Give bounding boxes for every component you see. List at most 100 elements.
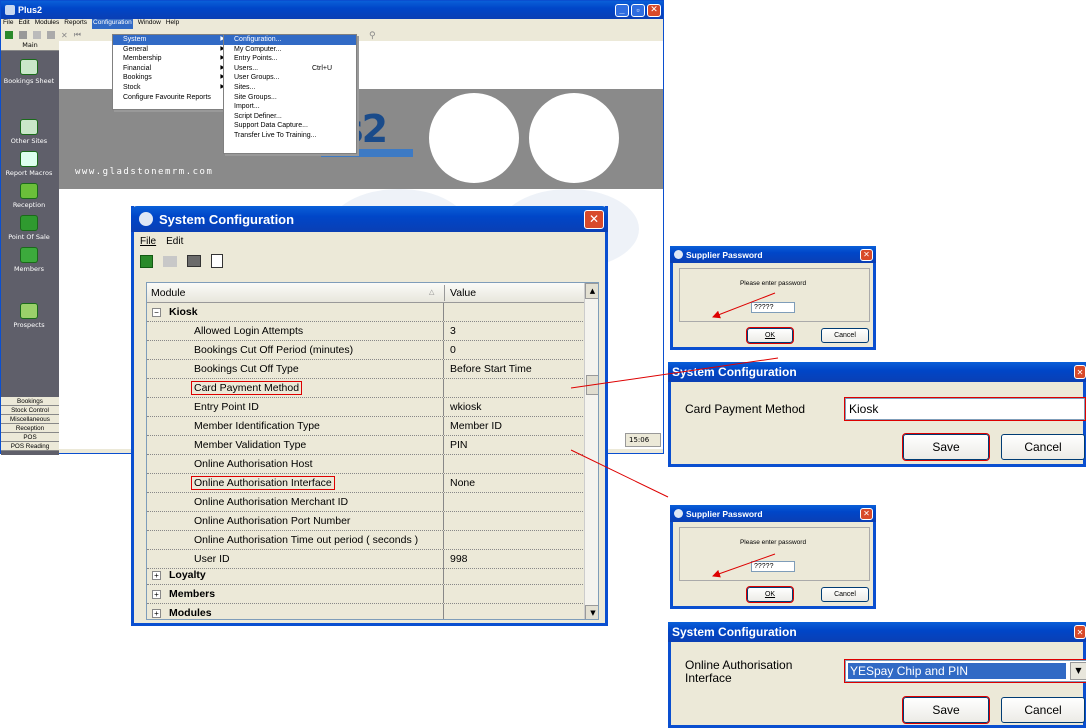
menu-item-entry-points[interactable]: Entry Points... (224, 54, 356, 64)
cancel-button-2[interactable]: Cancel (821, 587, 869, 602)
expand-icon[interactable]: + (152, 570, 161, 580)
config-row[interactable]: Online Authorisation Interface None (147, 474, 597, 493)
tab-pos-reading[interactable]: POS Reading (1, 442, 59, 451)
scroll-down-button[interactable]: ▼ (585, 605, 598, 619)
password-field-1[interactable]: ????? (751, 302, 795, 313)
config-row-value[interactable]: 0 (450, 341, 456, 359)
config-row[interactable]: Member Identification Type Member ID (147, 417, 597, 436)
menu-window[interactable]: Window (138, 19, 161, 29)
menu-help[interactable]: Help (166, 19, 179, 29)
grid-scrollbar[interactable]: ▲ ▼ (584, 283, 598, 619)
card-payment-input[interactable]: Kiosk (844, 397, 1086, 421)
cancel-button-1[interactable]: Cancel (821, 328, 869, 343)
config-row[interactable]: Entry Point ID wkiosk (147, 398, 597, 417)
online-auth-select[interactable]: YESpay Chip and PIN ▼ (844, 659, 1086, 683)
group-modules[interactable]: + Modules (147, 604, 597, 619)
sidebar-item-bookings-sheet[interactable]: Bookings Sheet (1, 59, 57, 85)
supplier-close-button-1[interactable]: ✕ (860, 248, 873, 261)
menu-item-support-data-capture[interactable]: Support Data Capture... (224, 121, 356, 131)
group-members[interactable]: + Members (147, 585, 597, 604)
tab-reception[interactable]: Reception (1, 424, 59, 433)
menu-item-membership[interactable]: Membership▶ (113, 54, 229, 64)
tab-miscellaneous[interactable]: Miscellaneous (1, 415, 59, 424)
config-row[interactable]: Member Validation Type PIN (147, 436, 597, 455)
config-row-value[interactable]: PIN (450, 436, 468, 454)
config-row-value[interactable]: None (450, 474, 475, 492)
expand-icon[interactable]: + (152, 589, 161, 599)
open-folder-icon[interactable] (163, 255, 177, 267)
config-row[interactable]: Card Payment Method (147, 379, 597, 398)
config-row-value[interactable]: wkiosk (450, 398, 482, 416)
maximize-button[interactable]: ▫ (631, 3, 645, 17)
exit-icon[interactable] (140, 254, 153, 268)
config-row[interactable]: Online Authorisation Time out period ( s… (147, 531, 597, 550)
save-icon[interactable] (47, 31, 55, 39)
edit-close-button-1[interactable]: ✕ (1074, 365, 1086, 379)
menu-item-general[interactable]: General▶ (113, 45, 229, 55)
menu-item-transfer-live[interactable]: Transfer Live To Training... (224, 131, 356, 141)
sidebar-item-report-macros[interactable]: Report Macros (1, 151, 57, 177)
menu-configuration[interactable]: Configuration (92, 19, 133, 29)
first-record-icon[interactable]: ⏮ (74, 30, 81, 40)
cancel-edit-button-2[interactable]: Cancel (1001, 697, 1085, 723)
column-value[interactable]: Value (450, 283, 476, 303)
edit-close-button-2[interactable]: ✕ (1074, 625, 1086, 639)
menu-item-configuration[interactable]: Configuration... (224, 35, 356, 45)
print-icon[interactable] (187, 255, 201, 267)
menu-modules[interactable]: Modules (35, 19, 60, 29)
menu-item-site-groups[interactable]: Site Groups... (224, 93, 356, 103)
ok-button-2[interactable]: OK (746, 586, 794, 603)
minimize-button[interactable]: _ (615, 3, 629, 17)
save-button-1[interactable]: Save (902, 433, 990, 461)
delete-icon[interactable]: ✕ (61, 31, 68, 40)
menu-reports[interactable]: Reports (64, 19, 87, 29)
menu-edit[interactable]: Edit (18, 19, 29, 29)
menu-item-configure-favourite-reports[interactable]: Configure Favourite Reports (113, 93, 229, 103)
config-row[interactable]: Online Authorisation Port Number (147, 512, 597, 531)
sys-menu-file[interactable]: File (140, 236, 156, 247)
config-row[interactable]: Bookings Cut Off Type Before Start Time (147, 360, 597, 379)
menu-file[interactable]: File (3, 19, 13, 29)
menu-item-stock[interactable]: Stock▶ (113, 83, 229, 93)
menu-item-import[interactable]: Import... (224, 102, 356, 112)
sys-config-close-button[interactable]: ✕ (584, 209, 604, 229)
tab-pos[interactable]: POS (1, 433, 59, 442)
close-button[interactable]: ✕ (647, 3, 661, 17)
group-kiosk[interactable]: − Kiosk (147, 303, 597, 322)
sidebar-item-members[interactable]: Members (1, 247, 57, 273)
print-preview-icon[interactable] (211, 254, 223, 268)
menu-item-financial[interactable]: Financial▶ (113, 64, 229, 74)
scroll-up-button[interactable]: ▲ (585, 283, 598, 299)
config-row[interactable]: Online Authorisation Merchant ID (147, 493, 597, 512)
supplier-close-button-2[interactable]: ✕ (860, 507, 873, 520)
exit-icon[interactable] (5, 31, 13, 39)
sidebar-item-prospects[interactable]: Prospects (1, 303, 57, 329)
config-row-value[interactable]: 3 (450, 322, 456, 340)
config-row[interactable]: Allowed Login Attempts 3 (147, 322, 597, 341)
config-row[interactable]: Bookings Cut Off Period (minutes) 0 (147, 341, 597, 360)
menu-item-my-computer[interactable]: My Computer... (224, 45, 356, 55)
menu-item-bookings[interactable]: Bookings▶ (113, 73, 229, 83)
config-row-value[interactable]: Before Start Time (450, 360, 532, 378)
menu-item-sites[interactable]: Sites... (224, 83, 356, 93)
group-loyalty[interactable]: + Loyalty (147, 566, 597, 585)
tab-stock-control[interactable]: Stock Control (1, 406, 59, 415)
sidebar-item-point-of-sale[interactable]: Point Of Sale (1, 215, 57, 241)
new-icon[interactable] (19, 31, 27, 39)
sidebar-item-reception[interactable]: Reception (1, 183, 57, 209)
sidebar-item-other-sites[interactable]: Other Sites (1, 119, 57, 145)
tab-bookings[interactable]: Bookings (1, 397, 59, 406)
open-icon[interactable] (33, 31, 41, 39)
link-icon[interactable]: ⚲ (369, 31, 376, 41)
menu-item-system[interactable]: System▶ (113, 35, 229, 45)
config-row[interactable]: Online Authorisation Host (147, 455, 597, 474)
config-row-value[interactable]: Member ID (450, 417, 502, 435)
column-module[interactable]: Module (151, 283, 185, 303)
sys-menu-edit[interactable]: Edit (166, 236, 183, 247)
password-field-2[interactable]: ????? (751, 561, 795, 572)
menu-item-script-definer[interactable]: Script Definer... (224, 112, 356, 122)
save-button-2[interactable]: Save (902, 696, 990, 724)
chevron-down-icon[interactable]: ▼ (1070, 662, 1086, 680)
expand-icon[interactable]: + (152, 608, 161, 618)
menu-item-users[interactable]: Users... Ctrl+U (224, 64, 356, 74)
